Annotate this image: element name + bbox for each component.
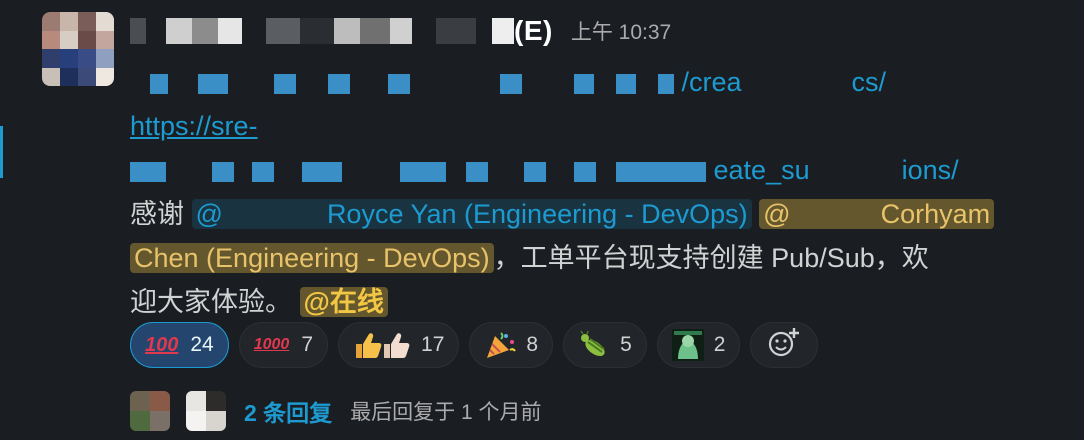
mention-online[interactable]: @在线 xyxy=(299,287,388,317)
thanks-text: 感谢 xyxy=(130,199,184,229)
thread-avatar-2 xyxy=(186,391,226,431)
thread-avatar-1 xyxy=(130,391,170,431)
timestamp[interactable]: 上午 10:37 xyxy=(571,16,671,46)
custom-emoji-icon xyxy=(671,329,704,361)
bug-icon xyxy=(578,330,610,360)
message-container: (E) 上午 10:37 /crea cs/ https://sre- eate_… xyxy=(0,0,1084,440)
avatar[interactable] xyxy=(42,12,114,86)
reaction-party[interactable]: 8 xyxy=(469,322,554,368)
add-reaction-icon xyxy=(767,326,801,364)
mention-royce[interactable]: @ Royce Yan (Engineering - DevOps) xyxy=(191,199,752,229)
sender-name-redacted[interactable] xyxy=(130,18,514,44)
link-url[interactable]: https://sre- xyxy=(130,111,258,141)
mention-at: @ xyxy=(195,199,223,229)
message-content: (E) 上午 10:37 /crea cs/ https://sre- eate_… xyxy=(130,10,1044,324)
message-header: (E) 上午 10:37 xyxy=(130,10,1044,52)
link-line-1[interactable]: /crea cs/ xyxy=(130,60,1044,104)
reaction-count: 7 xyxy=(301,333,314,356)
link-line-3[interactable]: eate_su ions/ xyxy=(130,148,1044,192)
party-popper-icon xyxy=(484,330,517,360)
thumbsup-icon xyxy=(353,330,411,360)
hundred-icon: 100 xyxy=(145,333,179,356)
link-text-end[interactable]: cs/ xyxy=(852,67,887,97)
reaction-100[interactable]: 100 24 xyxy=(130,322,229,368)
redacted-link-segment-2 xyxy=(130,155,714,185)
reaction-count: 8 xyxy=(526,333,539,356)
body-line-2: Chen (Engineering - DevOps) ，工单平台现支持创建 Pu… xyxy=(130,236,1044,280)
link-text[interactable]: /crea xyxy=(682,67,742,97)
mention-corhyam[interactable]: @ Corhyam xyxy=(759,199,995,229)
body-text-2: 迎大家体验。 xyxy=(130,287,292,317)
add-reaction-button[interactable] xyxy=(750,322,819,368)
mention-corhyam-cont[interactable]: Chen (Engineering - DevOps) xyxy=(130,243,494,273)
reaction-bug[interactable]: 5 xyxy=(563,322,647,368)
hover-rail xyxy=(0,126,3,178)
link-line-2[interactable]: https://sre- xyxy=(130,104,1044,148)
thousand-icon: 1000 xyxy=(253,336,290,353)
reaction-thumbsup[interactable]: 17 xyxy=(338,322,460,368)
body-line-1: 感谢 @ Royce Yan (Engineering - DevOps) @ Co… xyxy=(130,192,1044,236)
reaction-count: 24 xyxy=(190,333,214,356)
reply-count-link[interactable]: 2 条回复 xyxy=(244,394,332,428)
last-reply-time: 最后回复于 1 个月前 xyxy=(350,401,542,424)
sender-name[interactable]: (E) xyxy=(514,15,553,47)
link-text-3a[interactable]: eate_su xyxy=(714,155,810,185)
body-line-3: 迎大家体验。 @在线 xyxy=(130,280,1044,324)
reaction-1000[interactable]: 1000 7 xyxy=(238,322,329,368)
mention-at-2: @ xyxy=(763,199,791,229)
reaction-count: 5 xyxy=(620,333,632,356)
mention-name-2: Corhyam xyxy=(880,199,991,229)
redacted-link-segment xyxy=(130,67,682,97)
reaction-count: 2 xyxy=(713,333,726,356)
link-text-3b[interactable]: ions/ xyxy=(902,155,959,185)
reaction-bar: 100 24 1000 7 17 8 5 2 xyxy=(130,322,819,368)
thread-summary[interactable]: 2 条回复 最后回复于 1 个月前 xyxy=(130,388,542,434)
mention-name: Royce Yan (Engineering - DevOps) xyxy=(326,199,748,229)
reaction-count: 17 xyxy=(421,333,445,356)
body-text: ，工单平台现支持创建 Pub/Sub，欢 xyxy=(493,243,929,273)
reaction-custom[interactable]: 2 xyxy=(656,322,741,368)
